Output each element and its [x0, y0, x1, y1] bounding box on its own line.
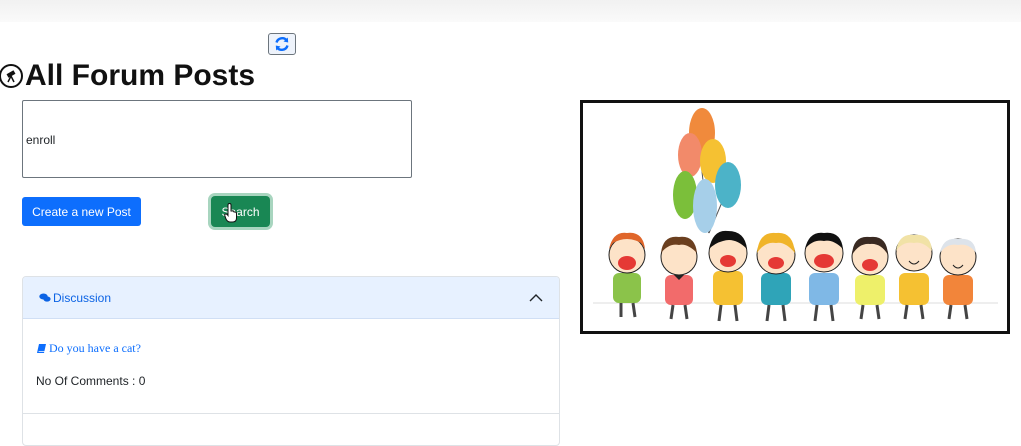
post-title[interactable]: Do you have a cat?: [49, 341, 141, 356]
comments-icon: [39, 293, 51, 302]
refresh-icon: [275, 36, 289, 52]
search-input[interactable]: enroll: [22, 100, 412, 178]
book-icon: [37, 344, 46, 353]
telescope-circle-icon: [0, 64, 23, 88]
hand-cursor-icon: [224, 203, 237, 223]
accordion-header-label: Discussion: [53, 290, 112, 305]
kids-balloons-illustration: [580, 100, 1010, 334]
post-divider: [23, 413, 559, 414]
refresh-button[interactable]: [268, 33, 296, 55]
chevron-up-icon[interactable]: [529, 293, 543, 303]
search-button[interactable]: Search: [211, 196, 270, 227]
page-title: All Forum Posts: [25, 59, 256, 92]
post-link[interactable]: Do you have a cat?: [36, 341, 546, 356]
accordion-body: Do you have a cat? No Of Comments : 0: [23, 341, 559, 388]
create-post-button[interactable]: Create a new Post: [22, 197, 141, 226]
comment-count: No Of Comments : 0: [36, 374, 146, 388]
page-header: All Forum Posts: [0, 58, 255, 94]
discussion-accordion: Discussion Do you have a cat? No Of Comm…: [22, 276, 560, 446]
accordion-header[interactable]: Discussion: [23, 277, 559, 319]
browser-top-strip: [0, 0, 1021, 22]
